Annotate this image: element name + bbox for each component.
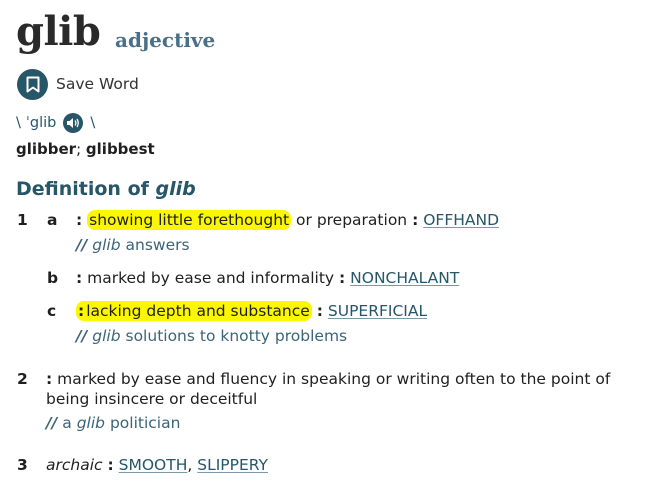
pron-text: ˈglib [25,115,57,131]
sense-1a-rest: or preparation [296,211,408,229]
speaker-icon[interactable] [63,113,84,133]
sense-3-label: archaic [46,456,103,474]
pron-close: \ [90,115,96,131]
sense-1c-example: // glib solutions to knotty problems [76,326,347,346]
inflections: glibber; glibbest [16,139,155,159]
sense-1c-xref-colon: : [316,302,323,320]
sense-1a-colon: : [76,211,83,229]
sense-3-colon: : [107,456,114,474]
inflection-superlative: glibbest [85,140,155,158]
example-slashes: // [46,414,58,432]
highlighted-text: lacking depth and substance [84,301,312,321]
example-pre: a [62,414,72,432]
example-slashes: // [76,327,88,345]
sense-2-example: // a glib politician [46,413,180,433]
xref-nonchalant-link[interactable]: NONCHALANT [350,269,459,287]
example-word: glib [76,414,105,432]
sense-1b-colon: : [76,269,83,287]
sense-2-definition: : marked by ease and fluency in speaking… [46,369,656,409]
sense-number-3: 3 [17,456,28,474]
sense-2-text: marked by ease and fluency in speaking o… [46,370,611,408]
sense-letter-1c: c [47,302,57,320]
headword: glib [16,8,101,55]
sense-1b-xref-colon: : [339,269,346,287]
sense-2-colon: : [46,370,53,388]
save-word-label: Save Word [56,75,139,93]
xref-superficial-link[interactable]: SUPERFICIAL [328,302,427,320]
sense-letter-1b: b [47,269,59,287]
sense-3-definition: archaic : SMOOTH, SLIPPERY [46,455,268,475]
sense-1b-text: marked by ease and informality [87,269,335,287]
example-rest: solutions to knotty problems [125,327,348,345]
example-rest: answers [125,236,190,254]
sense-1a-xref-colon: : [412,211,419,229]
definition-heading: Definition of glib [16,177,196,201]
example-word: glib [92,327,121,345]
part-of-speech: adjective [115,28,216,52]
sense-letter-1a: a [47,211,58,229]
highlighted-text: showing little forethought [87,210,292,230]
sense-number-1: 1 [17,211,28,229]
example-rest: politician [109,414,181,432]
sense-1c-colon: : [76,301,85,321]
save-word-button[interactable]: Save Word [17,68,139,100]
xref-slippery-link[interactable]: SLIPPERY [197,456,268,474]
example-slashes: // [76,236,88,254]
sense-1b-definition: : marked by ease and informality : NONCH… [76,268,459,288]
definition-heading-prefix: Definition of [16,178,149,200]
example-word: glib [92,236,121,254]
inflection-comparative: glibber [16,140,77,158]
pronunciation: \ ˈglib \ [16,113,95,133]
definition-heading-word: glib [155,178,196,200]
sense-1a-example: // glib answers [76,235,190,255]
bookmark-icon [17,68,48,100]
xref-offhand-link[interactable]: OFFHAND [423,211,499,229]
sense-number-2: 2 [17,370,28,388]
sense-1a-definition: : showing little forethought or preparat… [76,210,499,230]
inflection-separator: ; [76,140,82,158]
xref-smooth-link[interactable]: SMOOTH [119,456,188,474]
sense-3-separator: , [187,456,193,474]
pron-open: \ [16,115,21,131]
sense-1c-definition: : lacking depth and substance : SUPERFICI… [76,301,427,321]
